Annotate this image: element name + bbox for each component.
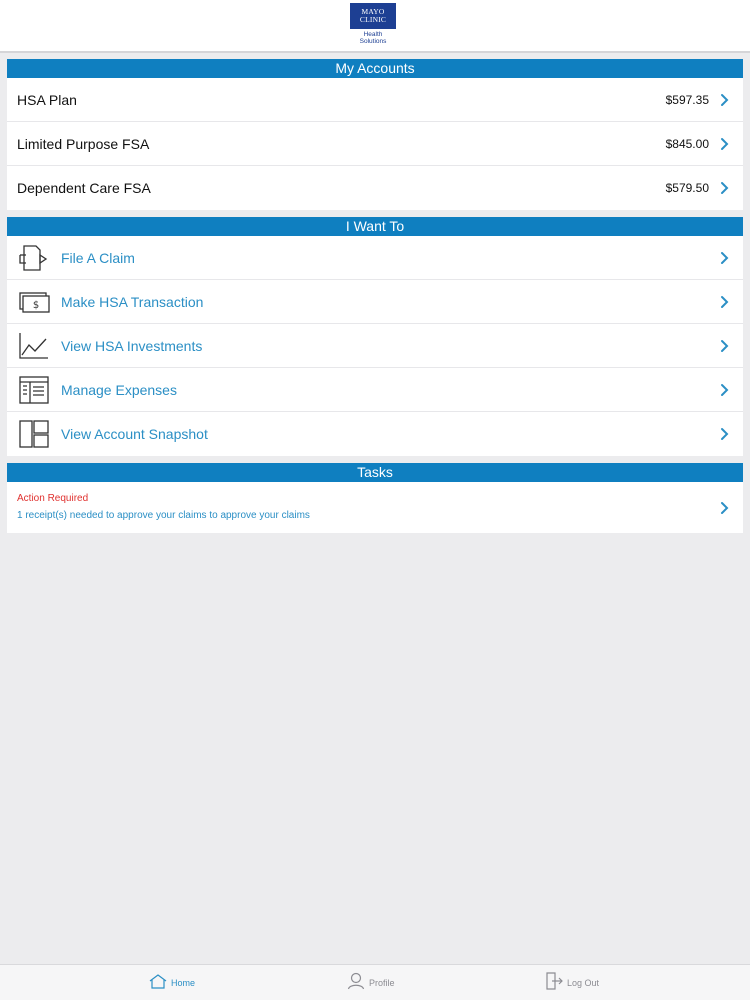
action-label: View Account Snapshot [61,426,208,442]
tab-log-out[interactable]: Log Out [545,971,600,995]
action-view-hsa-investments[interactable]: View HSA Investments [7,324,743,368]
account-label: Limited Purpose FSA [17,135,150,152]
app-header: MAYO CLINIC Health Solutions [0,0,750,53]
i-want-to-section: I Want To File A Claim $ Make HSA Transa… [7,217,743,456]
i-want-to-header: I Want To [7,217,743,236]
action-make-hsa-transaction[interactable]: $ Make HSA Transaction [7,280,743,324]
account-balance: $597.35 [665,92,709,107]
logo-sub-2: Solutions [359,38,387,45]
bottom-tab-bar: Home Profile Log Out [0,964,750,1000]
action-label: View HSA Investments [61,337,203,354]
log-out-icon [545,971,563,995]
action-label: File A Claim [61,249,135,266]
chevron-right-icon [719,501,729,515]
action-view-account-snapshot[interactable]: View Account Snapshot [7,412,743,456]
mayo-clinic-logo: MAYO CLINIC Health Solutions [350,3,396,45]
layout-panels-icon [18,419,50,449]
chevron-right-icon [719,137,729,151]
chevron-right-icon [719,383,729,397]
tab-home[interactable]: Home [149,973,195,993]
logo-mark: MAYO CLINIC [350,3,396,29]
my-accounts-section: My Accounts HSA Plan $597.35 Limited Pur… [7,59,743,210]
profile-icon [347,972,365,995]
tasks-header: Tasks [7,463,743,482]
action-label: Manage Expenses [61,381,177,398]
account-label: HSA Plan [17,91,77,108]
account-row-hsa-plan[interactable]: HSA Plan $597.35 [7,78,743,122]
chevron-right-icon [719,181,729,195]
tasks-section: Tasks Action Required 1 receipt(s) neede… [7,463,743,533]
account-row-dependent-care-fsa[interactable]: Dependent Care FSA $579.50 [7,166,743,210]
document-list-icon [18,375,50,405]
my-accounts-header: My Accounts [7,59,743,78]
account-balance: $845.00 [665,136,709,151]
chevron-right-icon [719,93,729,107]
account-label: Dependent Care FSA [17,180,151,196]
task-item[interactable]: Action Required 1 receipt(s) needed to a… [7,482,743,533]
chevron-right-icon [719,295,729,309]
account-balance: $579.50 [665,181,709,195]
file-claim-icon [18,243,50,273]
logo-line-2: CLINIC [359,15,387,24]
tab-home-label: Home [171,978,196,988]
logo-sub-1: Health [363,31,383,38]
line-chart-icon [18,331,50,361]
action-label: Make HSA Transaction [61,293,204,310]
home-icon [149,973,167,994]
tab-profile-label: Profile [369,978,395,988]
chevron-right-icon [719,427,729,441]
chevron-right-icon [719,339,729,353]
account-row-limited-purpose-fsa[interactable]: Limited Purpose FSA $845.00 [7,122,743,166]
svg-text:$: $ [33,300,39,311]
tab-profile[interactable]: Profile [347,972,395,995]
action-manage-expenses[interactable]: Manage Expenses [7,368,743,412]
task-description: 1 receipt(s) needed to approve your clai… [17,510,310,521]
dollar-bill-icon: $ [18,287,50,317]
tab-log-out-label: Log Out [567,978,600,988]
task-status: Action Required [17,493,89,504]
action-file-a-claim[interactable]: File A Claim [7,236,743,280]
chevron-right-icon [719,251,729,265]
logo-subtitle: Health Solutions [360,31,387,45]
